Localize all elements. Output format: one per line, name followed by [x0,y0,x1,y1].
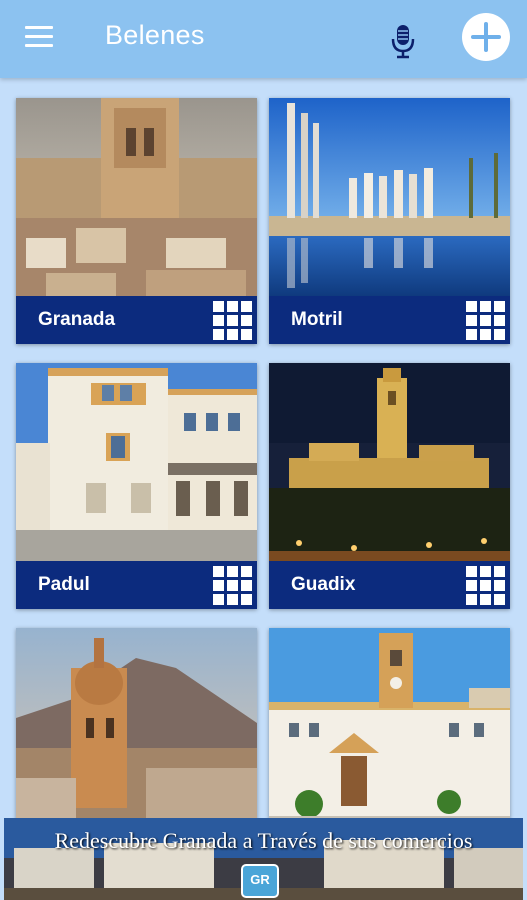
card-label: Motril [291,309,343,330]
grid-icon[interactable] [213,566,253,606]
card-label: Granada [38,309,116,330]
town-5-photo [16,628,257,826]
grid-icon[interactable] [466,566,506,606]
card-padul[interactable]: Padul [16,363,257,609]
card-label-bar: Guadix [269,561,510,609]
card-label-bar: Granada [16,296,257,344]
granada-photo [16,98,257,296]
hamburger-menu-icon[interactable] [25,26,53,48]
card-label-bar: Motril [269,296,510,344]
card-label: Guadix [291,574,356,595]
microphone-icon[interactable] [390,24,416,60]
card-label-bar: Padul [16,561,257,609]
app-title: Belenes [105,20,205,50]
card-granada[interactable]: Granada [16,98,257,344]
card-guadix[interactable]: Guadix [269,363,510,609]
gr-logo: GR [241,864,279,898]
add-button[interactable] [462,13,510,61]
grid-icon[interactable] [466,301,506,341]
padul-photo [16,363,257,561]
guadix-photo [269,363,510,561]
motril-photo [269,98,510,296]
town-6-photo [269,628,510,826]
app-bar: Belenes [0,0,527,78]
grid-icon[interactable] [213,301,253,341]
promo-banner[interactable]: Redescubre Granada a Través de sus comer… [4,818,523,900]
card-motril[interactable]: Motril [269,98,510,344]
banner-text: Redescubre Granada a Través de sus comer… [54,828,473,853]
card-label: Padul [38,574,90,595]
